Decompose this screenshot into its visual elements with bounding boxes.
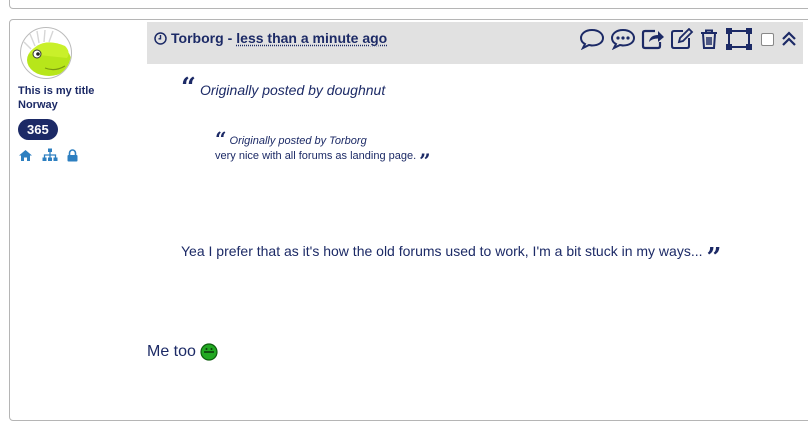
home-icon[interactable]: [18, 149, 33, 162]
edit-icon[interactable]: [670, 28, 694, 50]
post-reply: Me too: [147, 343, 218, 361]
outer-quote-body: Yea I prefer that as it's how the old fo…: [181, 243, 721, 271]
trash-icon[interactable]: [699, 28, 719, 50]
post-header: Torborg - less than a minute ago: [147, 22, 803, 64]
post-author-link[interactable]: Torborg: [171, 30, 224, 46]
inner-quote-text: very nice with all forums as landing pag…: [215, 150, 417, 162]
clock-icon: [154, 31, 167, 45]
profile-icons: [18, 148, 138, 162]
avatar[interactable]: [20, 27, 72, 79]
outer-quote: “ Originally posted by doughnut: [181, 73, 386, 103]
split-icon[interactable]: [724, 27, 754, 51]
comment-icon[interactable]: [579, 28, 605, 50]
share-icon[interactable]: [641, 28, 665, 50]
outer-quote-text: Yea I prefer that as it's how the old fo…: [181, 243, 703, 259]
lock-icon[interactable]: [67, 148, 78, 162]
quote-close-icon: ”: [706, 243, 722, 273]
inner-quote-header: “ Originally posted by Torborg: [215, 127, 431, 151]
author-panel: This is my title Norway 365: [18, 27, 138, 162]
quote-open-icon: “: [181, 73, 196, 103]
user-location: Norway: [18, 99, 58, 111]
post-meta: Torborg - less than a minute ago: [154, 30, 387, 46]
outer-quote-attribution: Originally posted by doughnut: [199, 82, 386, 98]
quote-close-icon: ”: [419, 149, 431, 173]
comments-icon[interactable]: [610, 28, 636, 50]
sitemap-icon[interactable]: [42, 148, 58, 162]
quote-open-icon: “: [215, 127, 227, 151]
collapse-icon[interactable]: [781, 30, 797, 48]
outer-quote-header: “ Originally posted by doughnut: [181, 73, 386, 103]
post-time-link[interactable]: less than a minute ago: [236, 30, 387, 46]
inner-quote-body: very nice with all forums as landing pag…: [215, 150, 431, 171]
inner-quote: “ Originally posted by Torborg very nice…: [215, 127, 431, 171]
separator: -: [227, 30, 233, 46]
smiley-icon: [200, 343, 218, 361]
select-post-checkbox[interactable]: [761, 32, 774, 46]
inner-quote-attribution: Originally posted by Torborg: [229, 135, 367, 147]
post-actions: [579, 27, 797, 51]
previous-post-edge: [9, 0, 808, 9]
post-count-badge: 365: [18, 119, 58, 140]
reply-text: Me too: [147, 343, 196, 360]
user-title: This is my title: [18, 85, 95, 97]
